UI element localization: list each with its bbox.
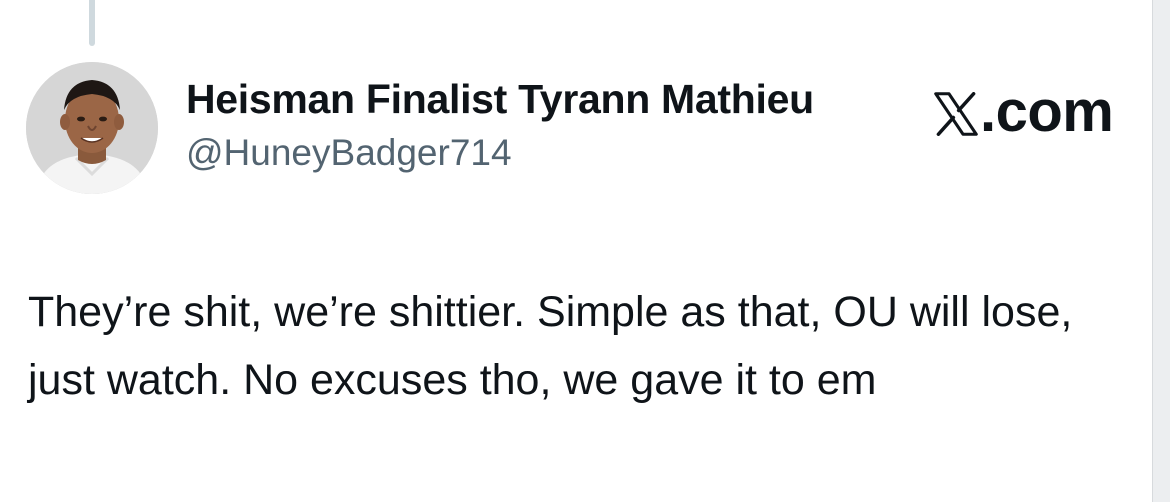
- x-com-branding: .com: [934, 79, 1114, 144]
- x-logo-icon: [934, 92, 978, 136]
- tweet-body-text: They’re shit, we’re shittier. Simple as …: [28, 288, 1073, 404]
- avatar[interactable]: [26, 62, 158, 194]
- profile-photo-icon: [26, 62, 158, 194]
- brand-domain-text: .com: [980, 79, 1114, 144]
- scrollbar-track[interactable]: [1152, 0, 1170, 502]
- thread-connector-line: [89, 0, 95, 46]
- author-handle[interactable]: @HuneyBadger714: [186, 132, 512, 174]
- author-display-name[interactable]: Heisman Finalist Tyrann Mathieu: [186, 76, 814, 123]
